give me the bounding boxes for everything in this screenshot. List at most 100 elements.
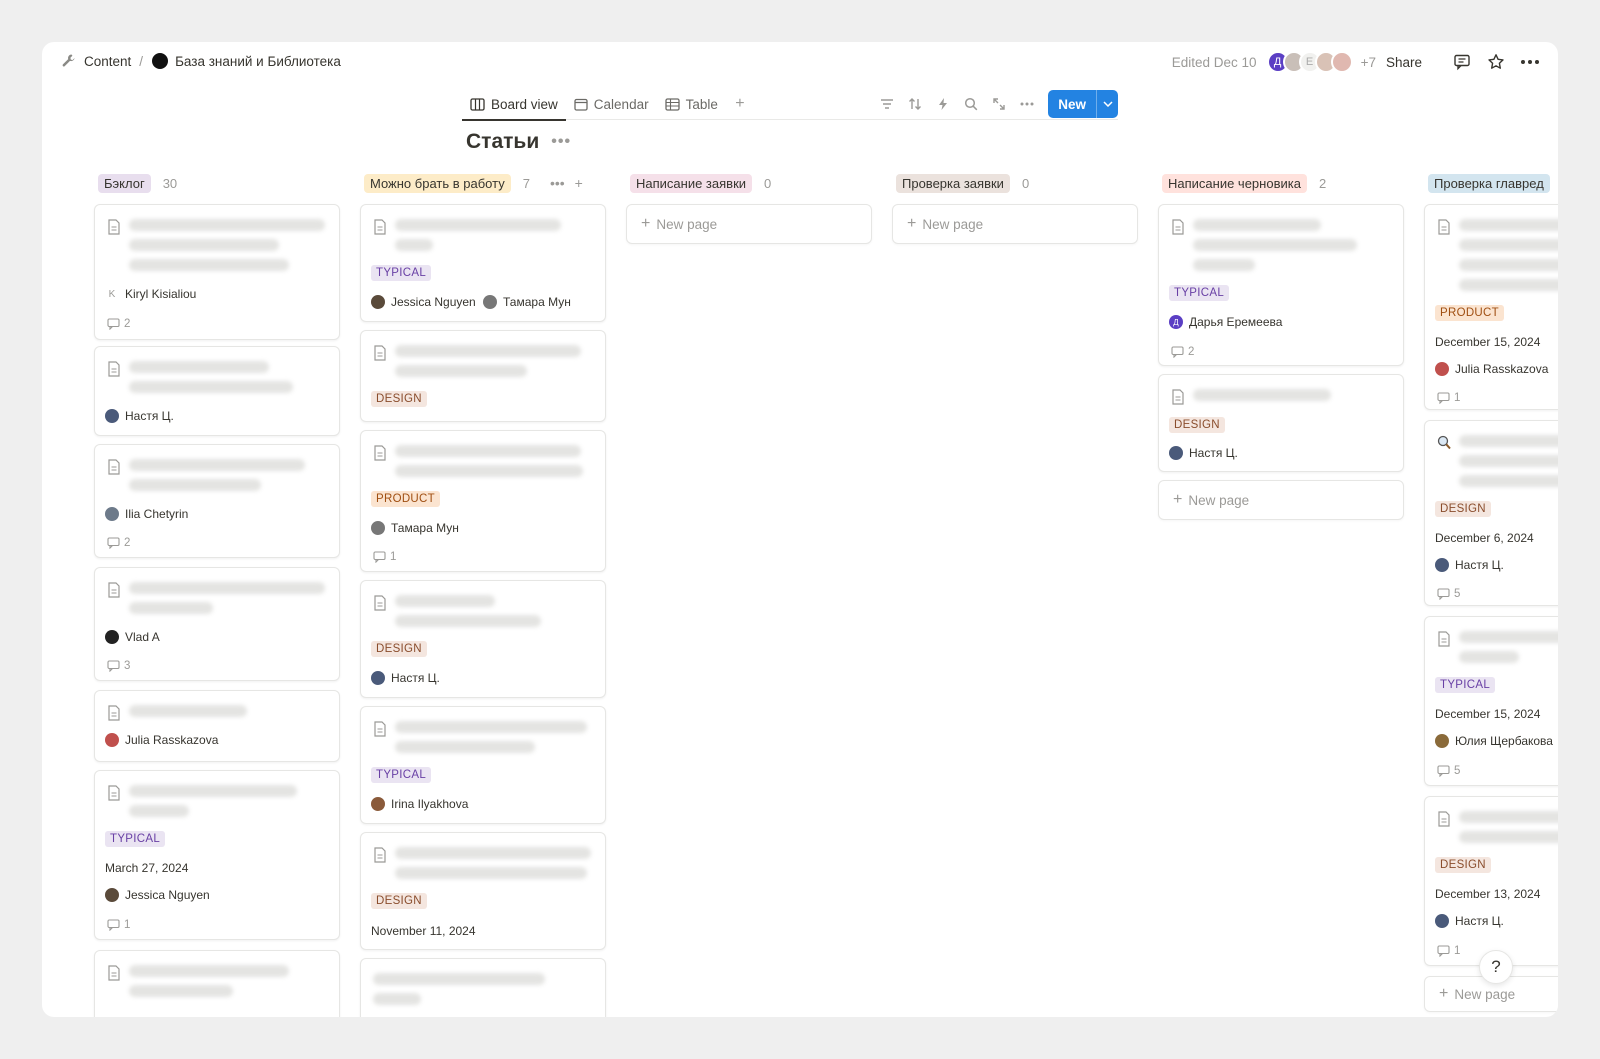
person-name: Jessica Nguyen [391,295,476,309]
more-options-icon[interactable] [1016,93,1038,115]
comment-icon[interactable] [1452,52,1472,72]
card-person: K Kiryl Kisialiou [105,287,196,301]
column-more-icon[interactable]: ••• [550,175,565,191]
board-card[interactable]: PRODUCT Тамара Мун 1 [360,430,606,572]
new-page-button[interactable]: + New page [626,204,872,244]
help-button[interactable]: ? [1479,950,1513,984]
column-header[interactable]: Проверка заявки 0 [896,172,1138,194]
board-card[interactable]: PRODUCT December 15, 2024 Julia Rasskazo… [1424,204,1558,410]
comment-icon [1437,945,1450,957]
lightning-icon[interactable] [932,93,954,115]
sort-icon[interactable] [904,93,926,115]
column-count: 0 [1021,175,1030,191]
board-card[interactable]: DESIGN Настя Ц. [1158,374,1404,472]
board-card[interactable]: DESIGN Настя Ц. [360,580,606,698]
card-title-blurred [129,785,297,797]
column-count: 7 [522,175,530,191]
new-button[interactable]: New [1048,90,1118,118]
board-card[interactable]: TYPICAL Д Дарья Еремеева 2 [1158,204,1404,366]
card-person: Тамара Мун [483,295,571,309]
page-icon [1438,219,1450,235]
avatar [1435,558,1449,572]
board-card[interactable]: DESIGN December 6, 2024 Настя Ц. 5 [1424,420,1558,606]
page-icon [1438,811,1450,827]
tab-label: Calendar [593,96,649,112]
breadcrumb-workspace[interactable]: Content [84,54,131,69]
person-name: Настя Ц. [1455,558,1504,572]
page-icon [108,965,120,981]
comment-icon [107,318,120,330]
card-title-blurred [129,985,233,997]
extra-members-count[interactable]: +7 [1361,55,1376,70]
search-icon[interactable] [960,93,982,115]
title-more-icon[interactable]: ••• [551,133,571,151]
filter-icon[interactable] [876,93,898,115]
board-card[interactable]: Vlad A 3 [94,567,340,681]
chevron-down-icon[interactable] [1096,90,1118,118]
board-card[interactable]: TYPICAL Irina Ilyakhova [360,706,606,824]
card-title-blurred [1459,831,1558,843]
new-page-button[interactable]: + New page [892,204,1138,244]
more-icon[interactable] [1520,52,1540,72]
card-title-blurred [1459,811,1558,823]
column-header[interactable]: Можно брать в работу 7 ••• + [364,172,606,194]
tab-calendar[interactable]: Calendar [566,88,657,120]
tab-table[interactable]: Table [657,88,726,120]
board-card[interactable]: K Kiryl Kisialiou 2 [94,204,340,340]
page-title-text[interactable]: Статьи [466,130,539,154]
avatar [371,797,385,811]
top-actions: Edited Dec 10 Д E +7 Share [1172,51,1540,73]
column-header[interactable]: Написание заявки 0 [630,172,872,194]
table-icon [664,97,680,111]
card-title-blurred [395,595,495,607]
board-column-ready: Можно брать в работу 7 ••• + TYPICAL Jes… [360,172,606,1017]
card-date: November 11, 2024 [371,924,476,938]
person-name: Тамара Мун [503,295,571,309]
tab-board-view[interactable]: Board view [462,88,566,121]
new-page-button[interactable]: + New page [1158,480,1404,520]
breadcrumb-page[interactable]: База знаний и Библиотека [175,54,341,69]
avatar [1435,362,1449,376]
share-button[interactable]: Share [1386,55,1422,70]
comment-count-value: 1 [1454,392,1461,404]
expand-icon[interactable] [988,93,1010,115]
column-add-icon[interactable]: + [575,175,583,191]
column-name: Написание заявки [630,173,753,193]
card-tag: TYPICAL [371,265,432,281]
column-header[interactable]: Бэклог 30 [98,172,340,194]
card-tag: DESIGN [1435,501,1491,517]
comment-count: 1 [1437,945,1460,957]
add-view-button[interactable]: + [730,94,750,114]
board-card[interactable]: DESIGN December 13, 2024 Настя Ц. 1 [1424,796,1558,966]
column-header[interactable]: Написание черновика 2 [1162,172,1404,194]
card-date: December 6, 2024 [1435,531,1534,545]
column-name: Проверка главред [1428,173,1550,193]
board-card[interactable]: Ilia Chetyrin 2 [94,444,340,558]
card-person: Julia Rasskazova [105,733,218,747]
person-name: Настя Ц. [1189,446,1238,460]
board-card[interactable]: TYPICAL Jessica Nguyen Тамара Мун [360,204,606,322]
card-title-blurred [129,239,279,251]
card-title-blurred [129,361,269,373]
board-card[interactable]: DESIGN [360,330,606,422]
comment-count: 2 [107,318,130,330]
board-card[interactable]: TYPICAL March 27, 2024 Jessica Nguyen 1 [94,770,340,940]
card-title-blurred [395,445,581,457]
comment-icon [107,919,120,931]
column-header[interactable]: Проверка главред [1428,172,1558,194]
member-avatars[interactable]: Д E [1266,51,1353,73]
board-card[interactable]: Julia Rasskazova [94,690,340,762]
card-title-blurred [1459,259,1558,271]
board-card[interactable]: TYPICAL December 15, 2024 Юлия Щербакова… [1424,616,1558,786]
comment-count-value: 1 [1454,945,1461,957]
board-card[interactable]: Настя Ц. [94,346,340,436]
card-title-blurred [129,381,293,393]
board-card[interactable]: DESIGN November 11, 2024 [360,832,606,950]
board-card[interactable] [360,958,606,1017]
board-card[interactable] [94,950,340,1017]
star-icon[interactable] [1486,52,1506,72]
calendar-icon [574,98,588,111]
comment-count-value: 2 [1188,346,1195,358]
card-tag: TYPICAL [371,767,432,783]
comment-count: 1 [107,919,130,931]
